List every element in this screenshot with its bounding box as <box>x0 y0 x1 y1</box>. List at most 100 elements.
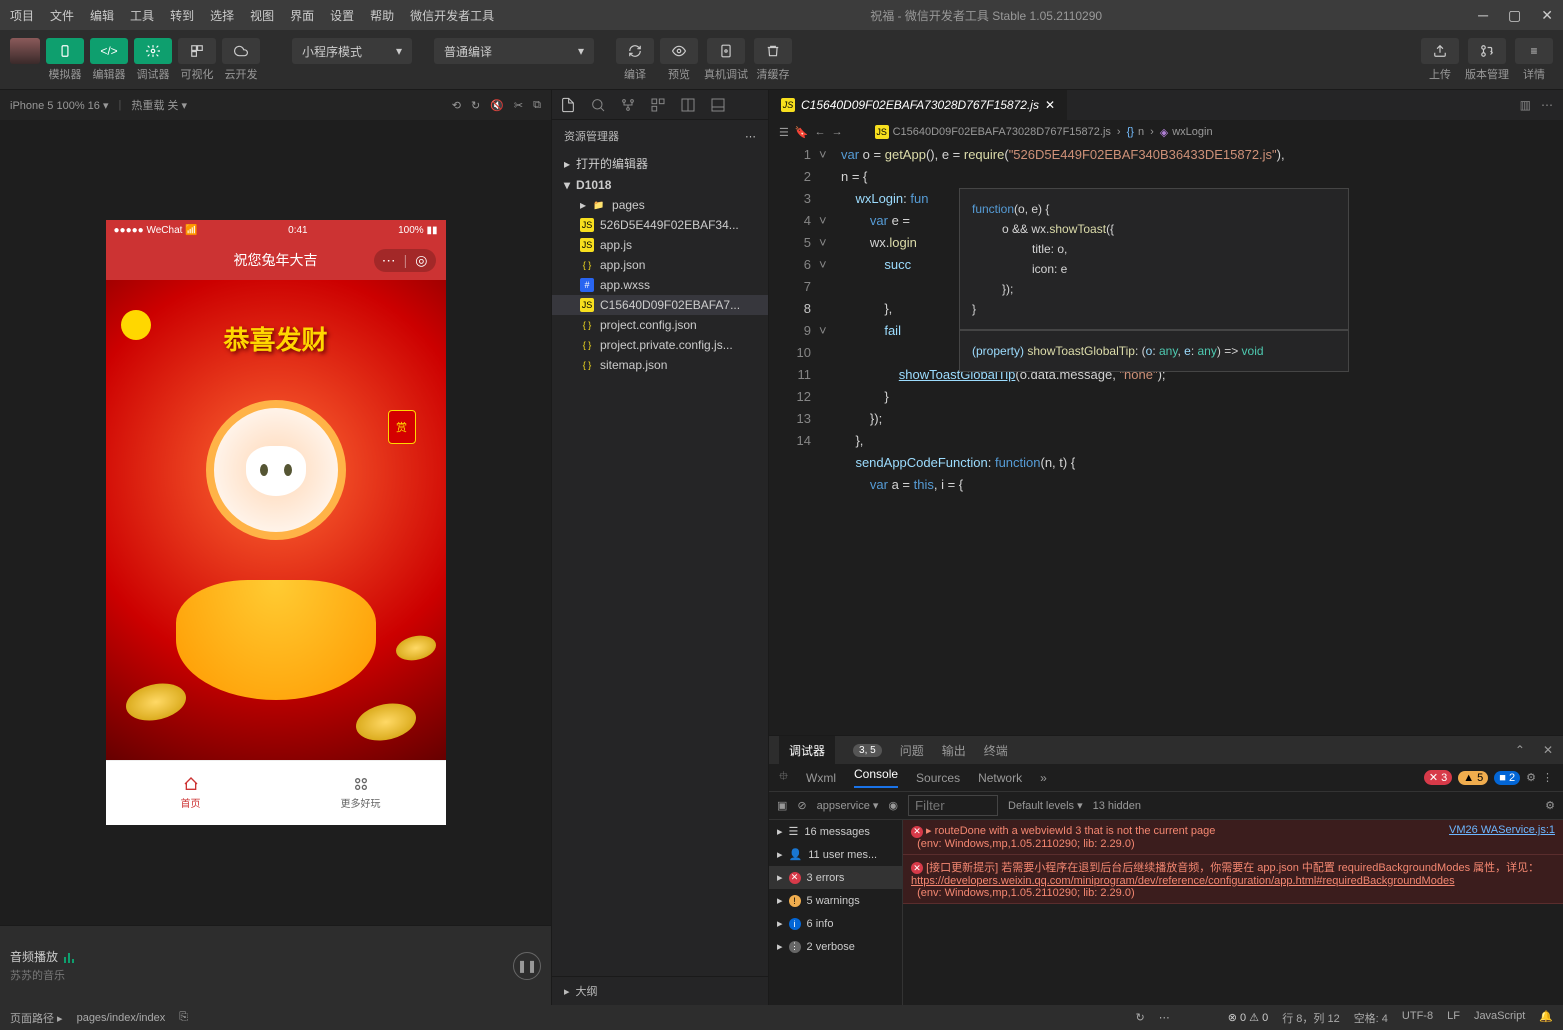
menu-help[interactable]: 帮助 <box>370 7 394 24</box>
filter-input[interactable] <box>908 795 998 816</box>
nav-back-icon[interactable]: ← <box>815 126 826 138</box>
warning-badge[interactable]: ▲ 5 <box>1458 771 1488 785</box>
subtab-wxml[interactable]: Wxml <box>806 771 836 785</box>
encoding[interactable]: UTF-8 <box>1402 1010 1433 1026</box>
console-error-row[interactable]: ✕ [接口更新提示] 若需要小程序在退到后台后继续播放音频，你需要在 app.j… <box>903 855 1563 904</box>
menu-wxdevtools[interactable]: 微信开发者工具 <box>410 7 494 24</box>
maximize-icon[interactable]: ▢ <box>1508 7 1521 24</box>
menu-goto[interactable]: 转到 <box>170 7 194 24</box>
editor-tab[interactable]: JS C15640D09F02EBAFA73028D767F15872.js ✕ <box>769 90 1067 120</box>
console-filter-item[interactable]: ▸ ☰ 16 messages <box>769 820 902 843</box>
info-badge[interactable]: ■ 2 <box>1494 771 1520 785</box>
indentation[interactable]: 空格: 4 <box>1354 1010 1388 1026</box>
subtab-network[interactable]: Network <box>978 771 1022 785</box>
menu-project[interactable]: 项目 <box>10 7 34 24</box>
red-envelope[interactable]: 赏 <box>388 410 416 444</box>
editor-toggle[interactable]: </> <box>90 38 128 64</box>
tab-home[interactable]: 首页 <box>106 761 276 825</box>
more-status-icon[interactable]: ⋯ <box>1159 1011 1170 1024</box>
kebab-icon[interactable]: ⋮ <box>1542 771 1553 784</box>
file-tree-item[interactable]: ▸📁pages <box>552 195 768 215</box>
subtab-console[interactable]: Console <box>854 767 898 788</box>
preview-button[interactable] <box>660 38 698 64</box>
doc-link[interactable]: https://developers.weixin.qq.com/minipro… <box>911 875 1455 887</box>
console-filter-item[interactable]: ▸ ⋮ 2 verbose <box>769 935 902 958</box>
split-editor-icon[interactable]: ▥ <box>1520 98 1531 112</box>
phone-content[interactable]: 恭喜发财 赏 <box>106 280 446 760</box>
nav-forward-icon[interactable]: → <box>832 126 843 138</box>
cursor-position[interactable]: 行 8，列 12 <box>1282 1010 1339 1026</box>
subtab-sources[interactable]: Sources <box>916 771 960 785</box>
visual-toggle[interactable] <box>178 38 216 64</box>
debugger-toggle[interactable] <box>134 38 172 64</box>
layout-icon[interactable] <box>680 97 696 113</box>
menu-tools[interactable]: 工具 <box>130 7 154 24</box>
devtools-tab-problems[interactable]: 问题 <box>900 742 924 759</box>
project-root[interactable]: ▾D1018 <box>552 175 768 195</box>
menu-edit[interactable]: 编辑 <box>90 7 114 24</box>
console-filter-item[interactable]: ▸ i 6 info <box>769 912 902 935</box>
close-tab-icon[interactable]: ✕ <box>1045 98 1055 112</box>
console-filter-item[interactable]: ▸ ! 5 warnings <box>769 889 902 912</box>
feedback-icon[interactable]: 🔔 <box>1539 1010 1553 1026</box>
device-selector[interactable]: iPhone 5 100% 16 ▾ <box>10 99 109 112</box>
files-icon[interactable] <box>560 97 576 113</box>
inspect-icon[interactable]: ⯐ <box>779 767 788 788</box>
file-tree-item[interactable]: { }sitemap.json <box>552 355 768 375</box>
remote-debug-button[interactable] <box>707 38 745 64</box>
refresh-icon[interactable]: ↻ <box>471 99 480 112</box>
language-mode[interactable]: JavaScript <box>1474 1010 1525 1026</box>
close-icon[interactable]: ✕ <box>1541 7 1553 24</box>
compile-dropdown[interactable]: 普通编译▾ <box>434 38 594 64</box>
file-tree-item[interactable]: JS526D5E449F02EBAF34... <box>552 215 768 235</box>
menu-file[interactable]: 文件 <box>50 7 74 24</box>
eol[interactable]: LF <box>1447 1010 1460 1026</box>
detail-button[interactable]: ≡ <box>1515 38 1553 64</box>
more-tabs-icon[interactable]: » <box>1040 771 1047 785</box>
clear-console-icon[interactable]: ⊘ <box>797 799 806 812</box>
cut-icon[interactable]: ✂ <box>514 99 523 112</box>
file-tree-item[interactable]: { }project.config.json <box>552 315 768 335</box>
list-icon[interactable]: ☰ <box>779 126 789 139</box>
status-errors[interactable]: ⊗ 0 ⚠ 0 <box>1228 1011 1269 1024</box>
gear-icon[interactable]: ⚙ <box>1526 771 1536 784</box>
close-panel-icon[interactable]: ✕ <box>1543 743 1553 757</box>
open-editors-section[interactable]: ▸打开的编辑器 <box>552 152 768 175</box>
file-tree-item[interactable]: JSC15640D09F02EBAFA7... <box>552 295 768 315</box>
menu-select[interactable]: 选择 <box>210 7 234 24</box>
console-messages[interactable]: ✕ ▸ routeDone with a webviewId 3 that is… <box>903 820 1563 1005</box>
panel-icon[interactable] <box>710 97 726 113</box>
search-icon[interactable] <box>590 97 606 113</box>
file-tree-item[interactable]: #app.wxss <box>552 275 768 295</box>
file-tree-item[interactable]: JSapp.js <box>552 235 768 255</box>
upload-button[interactable] <box>1421 38 1459 64</box>
clear-cache-button[interactable] <box>754 38 792 64</box>
page-path[interactable]: pages/index/index <box>77 1012 166 1024</box>
devtools-tab-terminal[interactable]: 终端 <box>984 742 1008 759</box>
error-badge[interactable]: ✕ 3 <box>1424 770 1452 785</box>
code-editor[interactable]: 1234567891011121314 ˅˅˅˅˅ var o = getApp… <box>769 144 1563 735</box>
levels-dropdown[interactable]: Default levels ▾ <box>1008 799 1083 812</box>
rotate-icon[interactable]: ⟲ <box>452 99 461 112</box>
pause-button[interactable]: ❚❚ <box>513 952 541 980</box>
context-dropdown[interactable]: appservice ▾ <box>817 799 879 812</box>
menu-ui[interactable]: 界面 <box>290 7 314 24</box>
outline-section[interactable]: ▸大纲 <box>552 976 768 1005</box>
breadcrumb[interactable]: ☰ 🔖 ← → JSC15640D09F02EBAFA73028D767F158… <box>769 120 1563 144</box>
gear-icon[interactable]: ⚙ <box>1545 799 1555 812</box>
hot-reload-toggle[interactable]: 热重载 关 ▾ <box>131 97 187 113</box>
capsule-close-icon[interactable]: ◎ <box>415 252 427 269</box>
popout-icon[interactable]: ⧉ <box>533 99 541 112</box>
simulator-toggle[interactable] <box>46 38 84 64</box>
console-error-row[interactable]: ✕ ▸ routeDone with a webviewId 3 that is… <box>903 820 1563 855</box>
devtools-tab-debugger[interactable]: 调试器 <box>779 736 835 765</box>
back-button[interactable] <box>121 310 151 340</box>
compile-button[interactable] <box>616 38 654 64</box>
devtools-tab-output[interactable]: 输出 <box>942 742 966 759</box>
bookmark-icon[interactable]: 🔖 <box>795 126 809 139</box>
sidebar-toggle-icon[interactable]: ▣ <box>777 799 787 812</box>
copy-path-icon[interactable]: ⎘ <box>179 1011 188 1024</box>
minimize-icon[interactable]: ─ <box>1478 7 1488 24</box>
tab-more[interactable]: 更多好玩 <box>276 761 446 825</box>
capsule-menu-icon[interactable]: ⋯ <box>382 252 396 269</box>
